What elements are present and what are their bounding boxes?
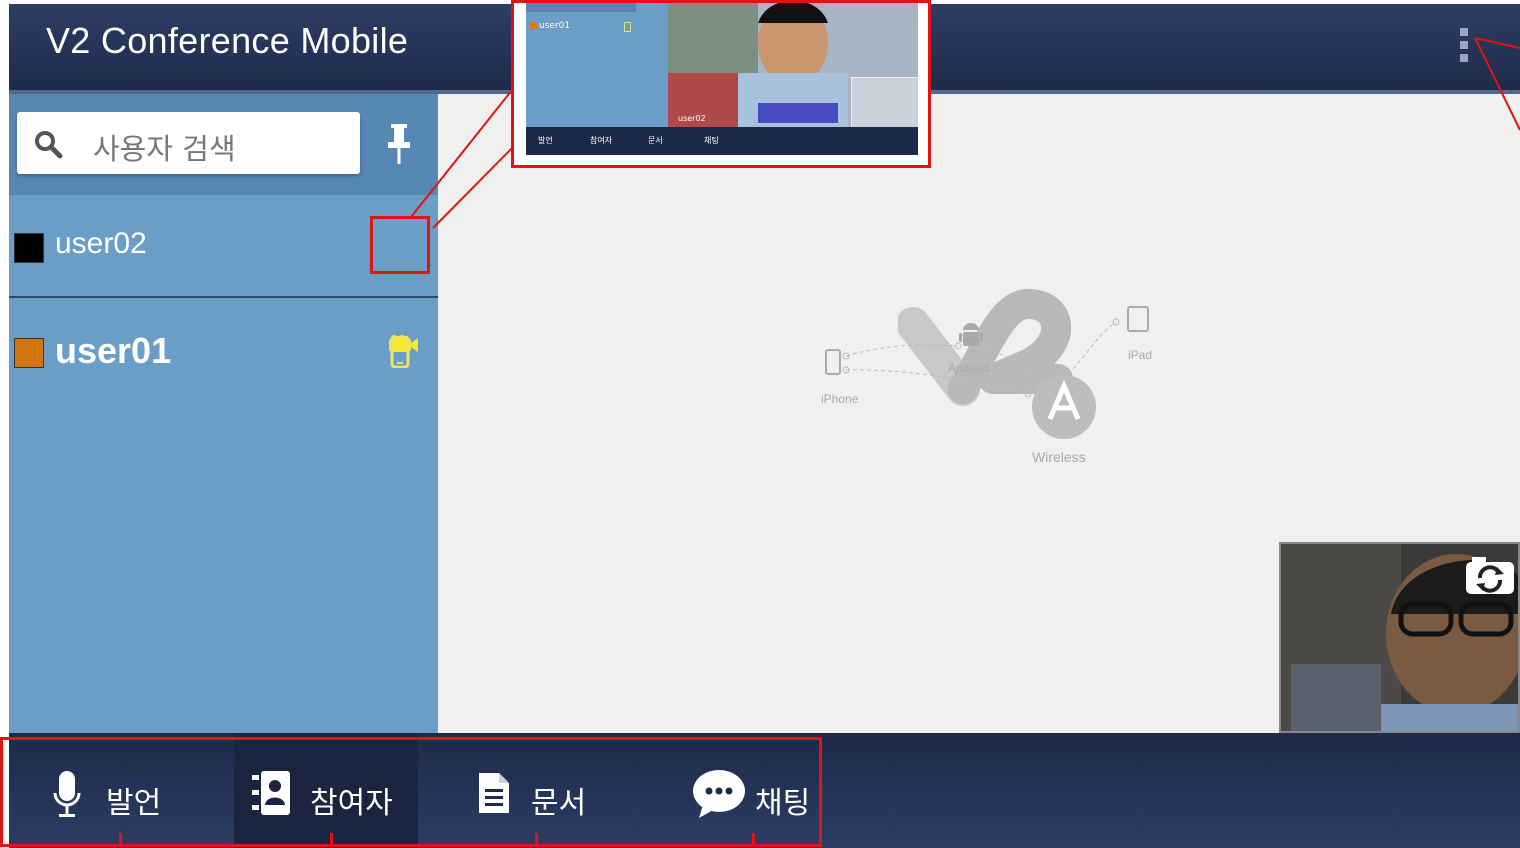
inset-user-item: user01 <box>530 21 570 31</box>
inset-video-caption: user02 <box>678 114 706 123</box>
inset-tab: 채팅 <box>704 136 719 145</box>
inset-screenshot: user01 user02 발언 참여자 문서 채팅 <box>526 3 918 155</box>
inset-phone-icon <box>624 22 631 32</box>
inset-tab: 발언 <box>538 136 553 145</box>
inset-user-name: user01 <box>539 21 571 31</box>
callout-inset: user01 user02 발언 참여자 문서 채팅 <box>511 0 931 168</box>
inset-tab-bar: 발언 참여자 문서 채팅 <box>526 127 918 155</box>
inset-pip <box>851 77 918 127</box>
inset-tab: 문서 <box>648 136 663 145</box>
inset-sidebar-header <box>526 3 636 12</box>
inset-video: user02 <box>668 3 918 127</box>
inset-tab: 참여자 <box>590 136 613 145</box>
